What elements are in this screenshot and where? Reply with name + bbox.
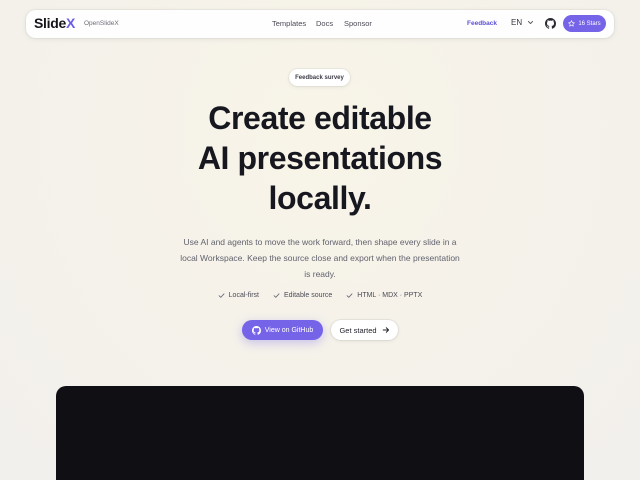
feedback-survey-pill[interactable]: Feedback survey [289,69,350,86]
hero-description: Use AI and agents to move the work forwa… [180,237,460,279]
top-navbar: SlideX OpenSlideX Templates Docs Sponsor… [26,10,614,38]
view-on-github-label: View on GitHub [264,326,314,334]
github-icon [251,325,261,335]
brand-logo[interactable]: SlideX [34,15,75,31]
feedback-link[interactable]: Feedback [467,20,497,27]
get-started-button[interactable]: Get started [331,320,398,340]
feature-label: Local-first [228,292,259,299]
get-started-label: Get started [339,325,377,335]
feature-item-formats: HTML · MDX · PPTX [346,292,422,299]
language-label: EN [511,18,523,27]
app-preview-panel [56,386,584,480]
nav-link-docs[interactable]: Docs [316,19,344,28]
stars-count: 16 Stars [578,20,601,27]
check-icon [273,293,280,298]
headline-line-1: Create editable [208,100,432,136]
feature-label: HTML · MDX · PPTX [357,292,423,299]
github-icon[interactable] [545,18,556,29]
headline-line-3: locally. [268,180,372,216]
chevron-down-icon [528,20,534,25]
arrow-right-icon [382,327,389,333]
feature-list: Local-first Editable source HTML · MDX ·… [0,292,640,299]
view-on-github-button[interactable]: View on GitHub [242,320,323,340]
github-stars-button[interactable]: 16 Stars [563,15,606,32]
check-icon [346,293,353,298]
hero-headline: Create editable AI presentations locally… [0,98,640,218]
star-icon [568,20,576,27]
language-selector[interactable]: EN [511,18,534,27]
nav-links: Templates Docs Sponsor [272,19,384,28]
feature-label: Editable source [284,292,333,299]
feature-item-editable-source: Editable source [273,292,332,299]
nav-link-sponsor[interactable]: Sponsor [344,19,384,28]
brand-subtitle: OpenSlideX [84,20,119,27]
brand-logo-x: X [65,15,76,31]
nav-link-templates[interactable]: Templates [272,19,316,28]
feature-item-local-first: Local-first [218,292,259,299]
check-icon [218,293,225,298]
headline-line-2: AI presentations [197,140,443,176]
brand-logo-text: Slide [34,15,66,31]
